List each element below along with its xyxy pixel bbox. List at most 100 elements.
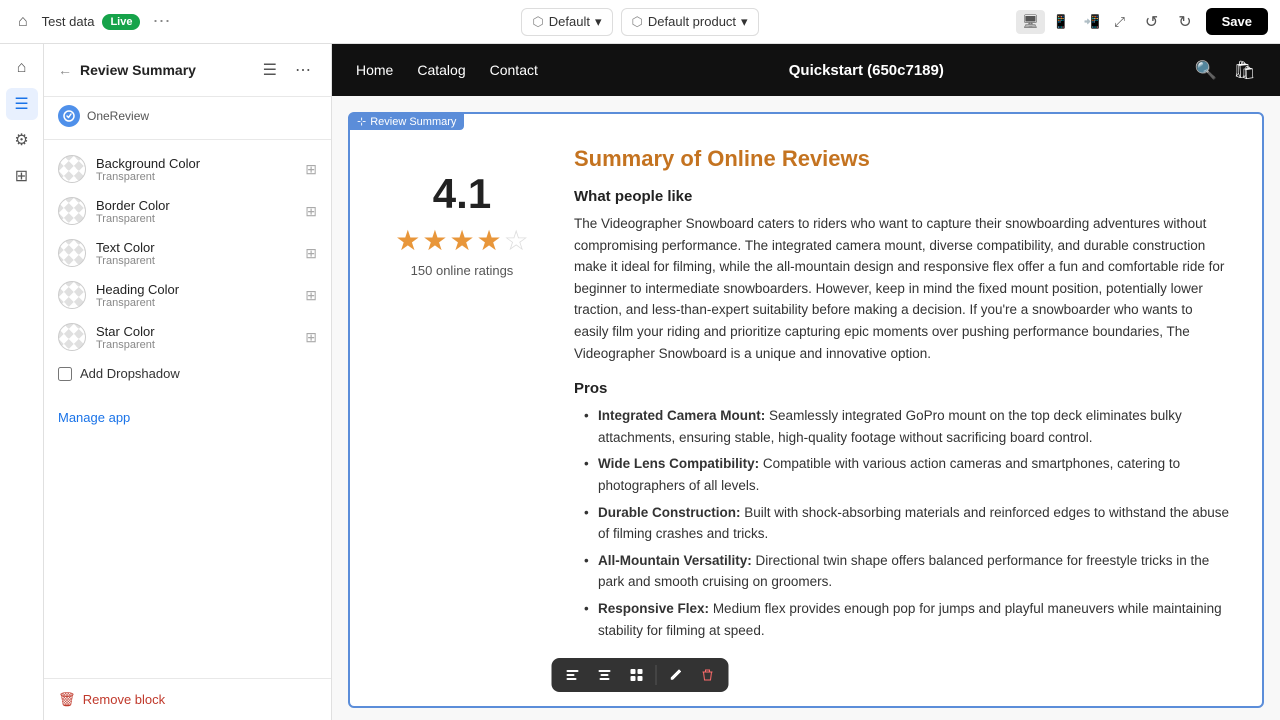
search-icon[interactable]: 🔍 (1195, 60, 1217, 81)
panel-header-actions: ☰ ⋯ (257, 56, 317, 84)
theme-dropdown[interactable]: ⬡ Default ▾ (521, 8, 612, 36)
pro-item-1: Integrated Camera Mount: Seamlessly inte… (584, 405, 1230, 448)
nav-home[interactable]: Home (356, 62, 393, 78)
star-1: ★ (395, 224, 420, 257)
manage-app-link[interactable]: Manage app (58, 410, 130, 425)
border-color-swatch[interactable] (58, 197, 86, 225)
heading-color-layers-icon[interactable]: ⊞ (305, 287, 317, 304)
star-rating: ★ ★ ★ ★ ☆ (395, 224, 529, 257)
home-icon[interactable]: ⌂ (12, 9, 34, 35)
manage-app-link-container: Manage app (44, 399, 331, 435)
ft-grid-btn[interactable] (622, 662, 652, 688)
floating-toolbar (552, 658, 729, 692)
star-color-row: Star Color Transparent ⊞ (44, 316, 331, 358)
dropshadow-label[interactable]: Add Dropshadow (80, 366, 180, 381)
border-color-value: Transparent (96, 213, 295, 225)
ft-align-center-btn[interactable] (590, 662, 620, 688)
app-title: Test data (42, 14, 95, 29)
dropshadow-row: Add Dropshadow (44, 358, 331, 389)
review-text-col: Summary of Online Reviews What people li… (574, 146, 1230, 682)
review-body-text: The Videographer Snowboard caters to rid… (574, 213, 1230, 364)
background-color-layers-icon[interactable]: ⊞ (305, 161, 317, 178)
nav-catalog[interactable]: Catalog (417, 62, 465, 78)
pro-label-4: All-Mountain Versatility: (598, 553, 752, 568)
preview-area: Home Catalog Contact Quickstart (650c718… (332, 44, 1280, 720)
apps-sidebar-icon[interactable]: ⊞ (6, 160, 38, 192)
home-sidebar-icon[interactable]: ⌂ (6, 52, 38, 84)
pro-item-3: Durable Construction: Built with shock-a… (584, 502, 1230, 545)
content-scroll: ⊹ Review Summary 4.1 ★ ★ ★ ★ ☆ (332, 96, 1280, 720)
topbar-center: ⬡ Default ▾ ⬡ Default product ▾ (521, 8, 758, 36)
undo-btn[interactable]: ↺ (1139, 8, 1164, 36)
store-nav-icons: 🔍 🛍 (1195, 60, 1256, 81)
nav-contact[interactable]: Contact (490, 62, 538, 78)
pro-label-2: Wide Lens Compatibility: (598, 456, 759, 471)
background-color-info: Background Color Transparent (96, 156, 295, 183)
panel-more-icon[interactable]: ⋯ (289, 56, 317, 84)
border-color-layers-icon[interactable]: ⊞ (305, 203, 317, 220)
panel-back-icon[interactable]: ← (58, 62, 72, 78)
text-color-value: Transparent (96, 255, 295, 267)
pro-label-5: Responsive Flex: (598, 601, 709, 616)
more-options-icon[interactable]: ⋯ (148, 11, 174, 32)
background-color-swatch[interactable] (58, 155, 86, 183)
ft-edit-btn[interactable] (661, 662, 691, 688)
star-color-value: Transparent (96, 339, 295, 351)
remove-block-button[interactable]: 🗑 Remove block (44, 678, 331, 720)
redo-btn[interactable]: ↻ (1172, 8, 1197, 36)
save-button[interactable]: Save (1206, 8, 1268, 35)
expand-view-btn[interactable]: ⤢ (1108, 10, 1131, 34)
panel-header: ← Review Summary ☰ ⋯ (44, 44, 331, 97)
ft-delete-btn[interactable] (693, 662, 723, 688)
product-dropdown[interactable]: ⬡ Default product ▾ (621, 8, 759, 36)
heading-color-swatch[interactable] (58, 281, 86, 309)
topbar: ⌂ Test data Live ⋯ ⬡ Default ▾ ⬡ Default… (0, 0, 1280, 44)
desktop-view-btn[interactable]: 🖥 (1016, 10, 1045, 34)
layers-sidebar-icon[interactable]: ☰ (6, 88, 38, 120)
ft-align-left-btn[interactable] (558, 662, 588, 688)
color-settings-list: Background Color Transparent ⊞ Border Co… (44, 140, 331, 399)
dropshadow-checkbox[interactable] (58, 367, 72, 381)
live-badge: Live (102, 14, 140, 30)
panel-list-icon[interactable]: ☰ (257, 56, 283, 84)
heading-color-name: Heading Color (96, 282, 295, 297)
text-color-name: Text Color (96, 240, 295, 255)
cursor-icon: ⊹ (357, 115, 366, 128)
background-color-name: Background Color (96, 156, 295, 171)
text-color-layers-icon[interactable]: ⊞ (305, 245, 317, 262)
rating-number: 4.1 (433, 170, 491, 218)
border-color-row: Border Color Transparent ⊞ (44, 190, 331, 232)
trash-icon: 🗑 (58, 691, 76, 708)
border-color-name: Border Color (96, 198, 295, 213)
star-color-swatch[interactable] (58, 323, 86, 351)
pro-label-3: Durable Construction: (598, 505, 741, 520)
topbar-left: ⌂ Test data Live ⋯ (12, 9, 509, 35)
heading-color-info: Heading Color Transparent (96, 282, 295, 309)
review-summary-block[interactable]: ⊹ Review Summary 4.1 ★ ★ ★ ★ ☆ (348, 112, 1264, 708)
tablet-view-btn[interactable]: 📱 (1047, 10, 1076, 34)
store-nav-links: Home Catalog Contact (356, 62, 538, 78)
settings-sidebar-icon[interactable]: ⚙ (6, 124, 38, 156)
what-people-like-title: What people like (574, 188, 1230, 205)
background-color-value: Transparent (96, 171, 295, 183)
sidebar-icon-rail: ⌂ ☰ ⚙ ⊞ (0, 44, 44, 720)
star-4: ★ (477, 224, 502, 257)
panel-sub-header: OneReview (44, 97, 331, 140)
store-navbar: Home Catalog Contact Quickstart (650c718… (332, 44, 1280, 96)
pro-item-4: All-Mountain Versatility: Directional tw… (584, 550, 1230, 593)
review-block-label: ⊹ Review Summary (349, 113, 464, 130)
mobile-view-btn[interactable]: 📲 (1078, 10, 1107, 34)
text-color-swatch[interactable] (58, 239, 86, 267)
heading-color-row: Heading Color Transparent ⊞ (44, 274, 331, 316)
store-title: Quickstart (650c7189) (562, 62, 1171, 79)
cart-icon[interactable]: 🛍 (1233, 60, 1256, 81)
pros-title: Pros (574, 380, 1230, 397)
star-color-layers-icon[interactable]: ⊞ (305, 329, 317, 346)
pro-label-1: Integrated Camera Mount: (598, 408, 765, 423)
device-icons: 🖥 📱 📲 ⤢ (1016, 10, 1131, 34)
review-rating-col: 4.1 ★ ★ ★ ★ ☆ 150 online ratings (382, 146, 542, 682)
review-main-heading: Summary of Online Reviews (574, 146, 1230, 172)
rating-count: 150 online ratings (411, 263, 514, 278)
star-2: ★ (422, 224, 447, 257)
text-color-row: Text Color Transparent ⊞ (44, 232, 331, 274)
